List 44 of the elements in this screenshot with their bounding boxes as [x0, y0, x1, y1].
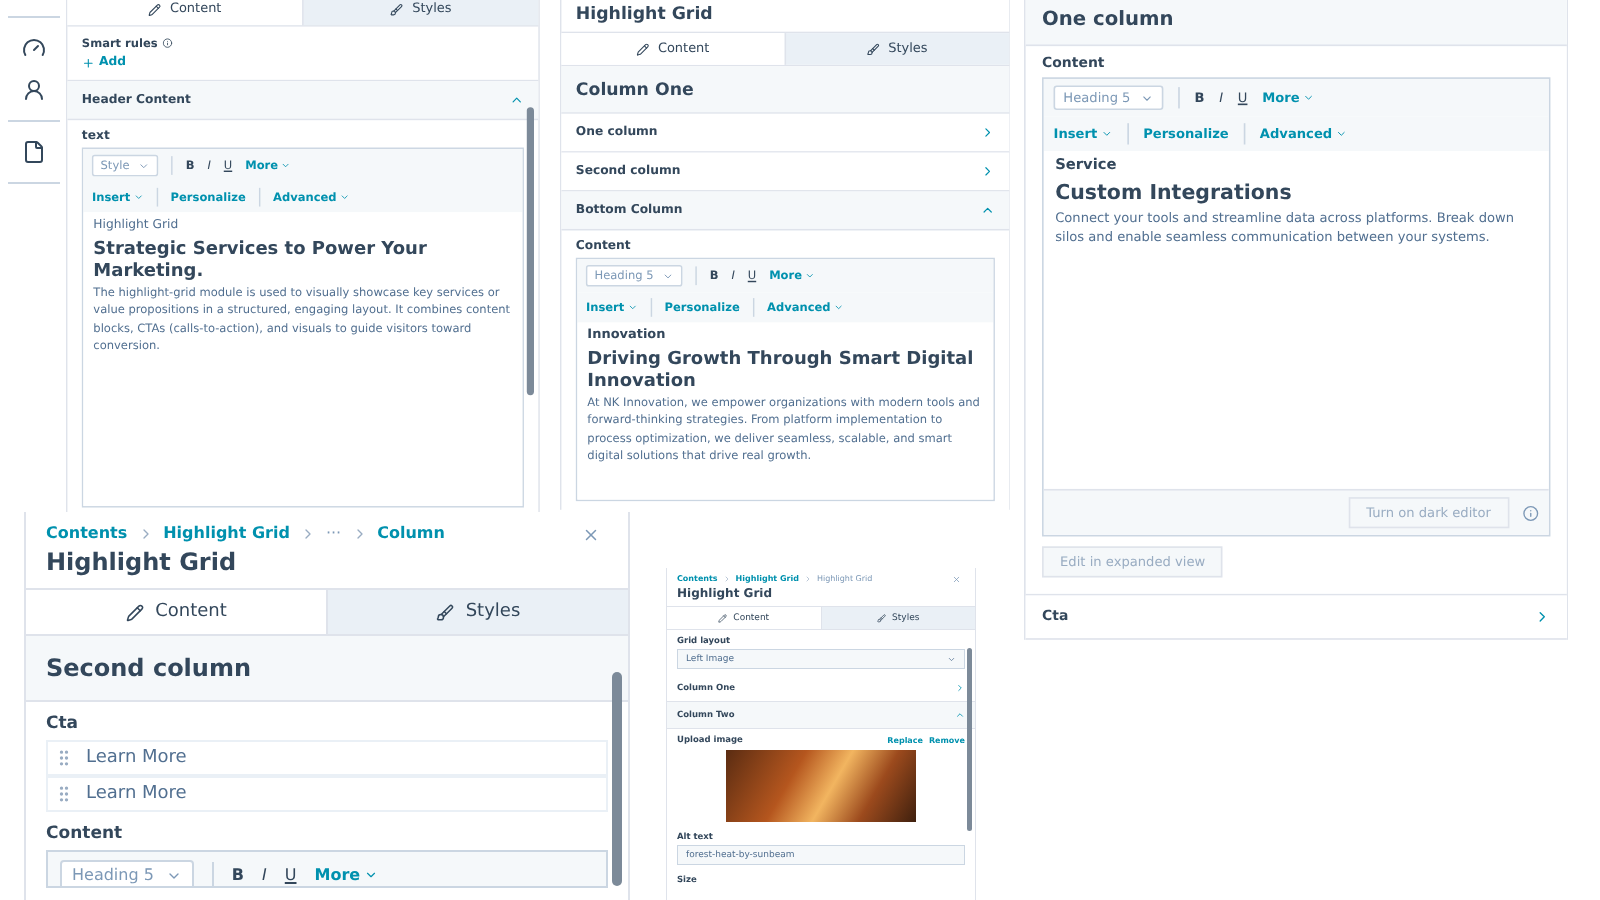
caret-icon [1302, 92, 1315, 104]
rich-text-editor[interactable]: Heading 5 B I U More [46, 850, 608, 888]
breadcrumb-item: ··· [325, 524, 342, 542]
caret-icon [1100, 128, 1112, 140]
section-heading: One column [1025, 0, 1567, 47]
format-button[interactable]: U [284, 866, 297, 884]
rich-text-editor[interactable] [575, 257, 995, 502]
panel-title: Highlight Grid [44, 546, 239, 580]
content-heading: Driving Growth Through Smart Digital Innovation [587, 347, 976, 391]
rich-text-editor[interactable] [81, 147, 525, 508]
cta-item[interactable]: Learn More [46, 776, 608, 812]
content-heading: Custom Integrations [1055, 178, 1294, 204]
tab[interactable]: Styles [326, 590, 628, 634]
field-label: Cta [44, 712, 81, 738]
style-dropdown[interactable]: Heading 5 [60, 860, 194, 886]
editor-body[interactable] [577, 322, 993, 500]
breadcrumb-item[interactable]: Contents [46, 524, 128, 542]
person-icon [21, 78, 45, 102]
caret-icon [364, 868, 379, 882]
more-menu[interactable]: More [314, 866, 379, 884]
close-icon [582, 526, 600, 544]
drag-handle-icon [54, 784, 74, 804]
panel-title: Highlight Grid [573, 0, 715, 28]
editor-body[interactable] [83, 212, 523, 506]
section-heading: Column One [561, 66, 1009, 114]
caret-icon [1335, 128, 1347, 140]
breadcrumb-item[interactable]: Column [377, 524, 445, 542]
file-icon [21, 140, 45, 164]
format-button[interactable]: B [231, 866, 245, 884]
caret-icon [1140, 91, 1154, 105]
content-heading: Strategic Services to Power Your Marketing. [93, 236, 429, 280]
section-heading: Second column [26, 636, 628, 702]
drag-handle-icon [54, 748, 74, 768]
cta-item[interactable]: Learn More [46, 740, 608, 776]
gauge-icon [21, 36, 45, 60]
field-label: Content [44, 822, 125, 848]
brush-icon [435, 603, 454, 621]
scrollbar[interactable] [967, 648, 972, 831]
info-icon [1522, 504, 1539, 522]
scrollbar[interactable] [527, 107, 535, 396]
scrollbar[interactable] [612, 672, 622, 886]
format-button[interactable]: I [262, 866, 267, 884]
pencil-icon [125, 603, 144, 621]
breadcrumb-item[interactable]: Highlight Grid [163, 524, 290, 542]
